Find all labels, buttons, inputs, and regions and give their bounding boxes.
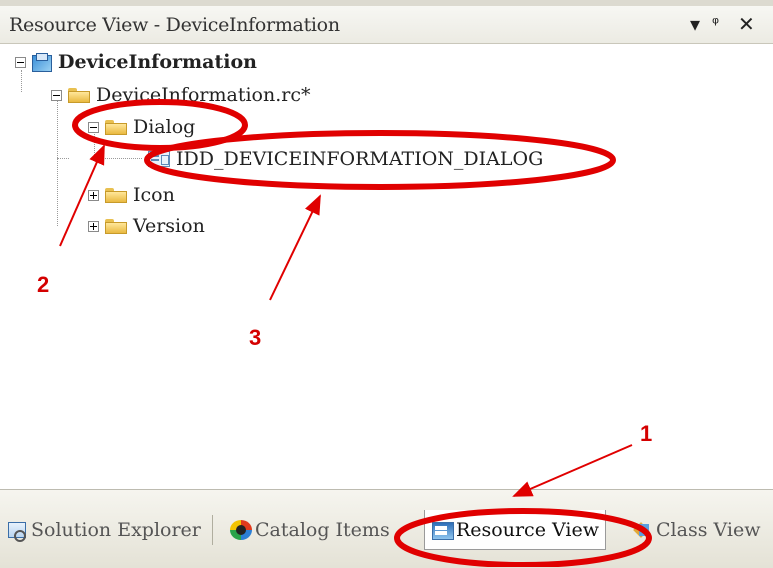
solution-explorer-icon [6, 520, 28, 542]
folder-icon [105, 218, 127, 234]
tree-item-project[interactable]: DeviceInformation [15, 47, 257, 77]
tree-item-dialog[interactable]: Dialog [88, 112, 195, 142]
tree-item-icon[interactable]: Icon [88, 180, 175, 210]
dialog-folder-label: Dialog [133, 116, 196, 138]
tree-item-rc-file[interactable]: DeviceInformation.rc* [51, 80, 310, 110]
tab-separator [212, 515, 213, 545]
tab-solution-explorer[interactable]: Solution Explorer [6, 510, 201, 550]
tab-class-view[interactable]: Class View [631, 510, 760, 550]
class-view-icon [631, 520, 653, 540]
expand-toggle[interactable] [88, 220, 99, 232]
version-folder-label: Version [133, 215, 205, 237]
collapse-toggle[interactable] [15, 56, 26, 68]
window-title: Resource View - DeviceInformation [9, 14, 340, 36]
project-icon [32, 53, 52, 72]
tree-guide-line [57, 158, 69, 159]
tree-guide-line [94, 158, 142, 159]
expand-toggle[interactable] [88, 189, 99, 201]
resource-view-icon [431, 520, 454, 540]
tabs-row: Solution Explorer Catalog Items Resource… [0, 510, 773, 550]
tab-label: Resource View [456, 518, 599, 541]
dialog-resource-label: IDD_DEVICEINFORMATION_DIALOG [176, 148, 544, 170]
bottom-tab-bar: Solution Explorer Catalog Items Resource… [0, 489, 773, 568]
folder-icon [68, 87, 90, 103]
tree-item-dialog-resource[interactable]: IDD_DEVICEINFORMATION_DIALOG [142, 144, 543, 174]
rc-file-label: DeviceInformation.rc* [96, 84, 311, 106]
project-label: DeviceInformation [58, 51, 257, 73]
tab-resource-view[interactable]: Resource View [424, 510, 606, 550]
catalog-items-icon [230, 520, 252, 540]
icon-folder-label: Icon [133, 184, 175, 206]
close-icon[interactable]: ✕ [738, 12, 755, 36]
dropdown-arrow-icon[interactable]: ▾ [690, 12, 700, 36]
tab-label: Catalog Items [255, 519, 390, 541]
tab-label: Class View [656, 519, 761, 541]
tree-guide-line [57, 100, 58, 226]
collapse-toggle[interactable] [51, 89, 62, 101]
dialog-resource-icon [148, 151, 170, 167]
tree-item-version[interactable]: Version [88, 211, 205, 241]
collapse-toggle[interactable] [88, 121, 99, 133]
tab-label: Solution Explorer [31, 519, 201, 541]
tab-catalog-items[interactable]: Catalog Items [230, 510, 390, 550]
resource-view-titlebar: Resource View - DeviceInformation ▾ ᵠ ✕ [0, 0, 773, 44]
folder-icon [105, 187, 127, 203]
pin-icon[interactable]: ᵠ [712, 14, 719, 34]
folder-icon [105, 119, 127, 135]
resource-tree: DeviceInformation DeviceInformation.rc* … [0, 44, 773, 489]
